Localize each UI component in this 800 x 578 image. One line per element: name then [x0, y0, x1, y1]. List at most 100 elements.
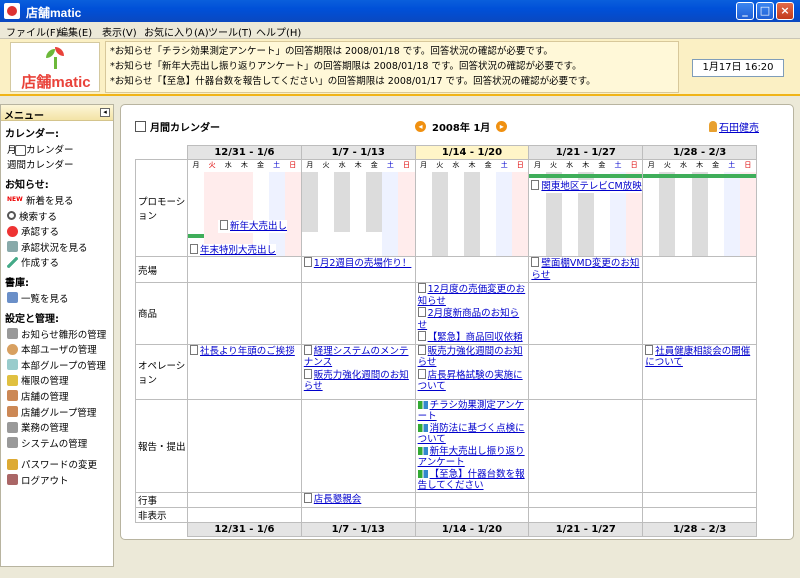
weekday: 日 — [516, 161, 524, 169]
document-icon — [417, 283, 426, 293]
sidebar-item-hq-users[interactable]: 本部ユーザの管理 — [1, 341, 113, 357]
document-icon — [417, 331, 426, 341]
event-link[interactable]: 新年大売出し — [218, 220, 288, 233]
notice-item[interactable]: *お知らせ「チラシ効果測定アンケート」の回答期限は 2008/01/18 です。… — [110, 44, 674, 59]
week-header[interactable]: 1/28 - 2/3 — [642, 145, 757, 160]
week-footer[interactable]: 1/14 - 1/20 — [414, 521, 530, 537]
menu-file[interactable]: ファイル(F) — [6, 24, 60, 39]
sidebar-item-approve[interactable]: 承認する — [1, 223, 113, 239]
sidebar-item-create[interactable]: 作成する — [1, 255, 113, 271]
event-title: 12月度の売価変更のお知らせ — [417, 284, 526, 307]
close-button[interactable]: × — [776, 2, 794, 20]
weekday: 火 — [663, 161, 671, 169]
week-footer[interactable]: 1/21 - 1/27 — [528, 521, 644, 537]
event-title: 1月2週目の売場作り！ — [313, 258, 412, 269]
notice-box: *お知らせ「チラシ効果測定アンケート」の回答期限は 2008/01/18 です。… — [105, 41, 679, 93]
next-month-button[interactable]: ▸ — [496, 121, 508, 132]
event-link[interactable]: 壁面棚VMD変更のお知らせ — [529, 257, 642, 281]
week-cell — [414, 256, 530, 283]
event-link[interactable]: 販売力強化週間のお知らせ — [416, 344, 529, 369]
calendar-grid: 12/31 - 1/6 1/7 - 1/13 1/14 - 1/20 1/21 … — [135, 145, 757, 537]
sidebar-collapse-button[interactable]: ◂ — [100, 108, 110, 117]
event-link[interactable]: 年末特別大売出し — [188, 244, 277, 256]
sidebar-item-system[interactable]: システムの管理 — [1, 435, 113, 451]
notice-item[interactable]: *お知らせ「【至急】什器台数を報告してください」の回答期限は 2008/01/1… — [110, 74, 674, 89]
menu-tools[interactable]: ツール(T) — [208, 24, 252, 39]
week-header-row: 12/31 - 1/6 1/7 - 1/13 1/14 - 1/20 1/21 … — [135, 145, 757, 160]
sidebar-item-hq-groups[interactable]: 本部グループの管理 — [1, 357, 113, 373]
event-title: 新年大売出し振り返りアンケート — [417, 445, 525, 469]
event-title: 店長懇親会 — [313, 493, 362, 505]
event-link[interactable]: 12月度の売価変更のお知らせ — [416, 283, 529, 307]
week-header[interactable]: 1/21 - 1/27 — [528, 145, 644, 160]
event-title: 関東地区テレビCM放映 — [541, 181, 642, 192]
event-link[interactable]: 【至急】什器台数を報告してください — [416, 469, 529, 492]
sidebar-item-store-groups[interactable]: 店舗グループ管理 — [1, 404, 113, 420]
document-icon — [303, 368, 312, 379]
sidebar-menu: メニュー ◂ カレンダー: 月間カレンダー 週間カレンダー お知らせ: NEW 新… — [0, 104, 114, 567]
event-title: 社員健康相談会の開催について — [645, 345, 751, 369]
event-title: 社長より年頭のご挨拶 — [200, 345, 295, 357]
event-title: 消防法に基づく点検について — [417, 422, 525, 446]
sidebar-item-label: 作成する — [21, 258, 60, 270]
event-link[interactable]: 2月度新商品のお知らせ — [416, 307, 529, 331]
door-icon — [7, 474, 18, 486]
week-cell — [528, 343, 644, 400]
sidebar-item-search[interactable]: 検索する — [1, 208, 113, 224]
week-footer-row: 12/31 - 1/6 1/7 - 1/13 1/14 - 1/20 1/21 … — [135, 521, 757, 537]
event-link[interactable]: 関東地区テレビCM放映 — [529, 180, 642, 193]
panel-title: 月間カレンダー — [135, 119, 220, 134]
sidebar-item-archive-list[interactable]: 一覧を見る — [1, 290, 113, 306]
weekday: 水 — [338, 161, 346, 169]
event-link[interactable]: 店長昇格試験の実施について — [416, 368, 529, 393]
system-icon — [7, 437, 18, 449]
weekday: 金 — [712, 161, 720, 169]
search-icon — [7, 211, 16, 221]
event-link[interactable]: 新年大売出し振り返りアンケート — [416, 446, 529, 469]
event-title: 経理システムのメンテナンス — [303, 345, 409, 369]
menu-help[interactable]: ヘルプ(H) — [256, 24, 301, 39]
event-link[interactable]: 社長より年頭のご挨拶 — [188, 344, 301, 358]
week-cell: 壁面棚VMD変更のお知らせ — [528, 256, 644, 283]
week-header-current[interactable]: 1/14 - 1/20 — [414, 145, 530, 160]
sidebar-item-work[interactable]: 業務の管理 — [1, 419, 113, 435]
event-link[interactable]: 社員健康相談会の開催について — [643, 344, 756, 369]
sidebar-item-new[interactable]: NEW 新着を見る — [1, 192, 113, 208]
sidebar-item-permissions[interactable]: 権限の管理 — [1, 373, 113, 389]
sidebar-item-stores[interactable]: 店舗の管理 — [1, 388, 113, 404]
group-icon — [7, 359, 18, 371]
menu-favorites[interactable]: お気に入り(A) — [144, 24, 209, 39]
logo[interactable]: 店舗matic — [10, 42, 100, 92]
prev-month-button[interactable]: ◂ — [415, 121, 426, 132]
week-cell: 社員健康相談会の開催について — [642, 343, 757, 400]
event-link[interactable]: 経理システムのメンテナンス — [302, 344, 415, 369]
event-link[interactable]: 店長懇親会 — [302, 492, 415, 506]
weekday: 土 — [728, 161, 736, 169]
menu-view[interactable]: 表示(V) — [102, 24, 137, 39]
notice-item[interactable]: *お知らせ「新年大売出し振り返りアンケート」の回答期限は 2008/01/18 … — [110, 59, 674, 74]
sidebar-item-password[interactable]: パスワードの変更 — [1, 457, 113, 473]
panel-title-text: 月間カレンダー — [150, 123, 220, 134]
week-footer[interactable]: 1/7 - 1/13 — [300, 521, 416, 537]
sidebar-item-approval-status[interactable]: 承認状況を見る — [1, 239, 113, 255]
week-footer[interactable]: 1/28 - 2/3 — [642, 521, 757, 537]
maximize-button[interactable]: □ — [756, 2, 774, 20]
event-link[interactable]: 【緊急】商品回収依頼 — [416, 331, 529, 344]
sidebar-item-logout[interactable]: ログアウト — [1, 472, 113, 488]
user-link[interactable]: 石田健売 — [709, 119, 759, 134]
event-link[interactable]: 販売力強化週間のお知らせ — [302, 368, 415, 393]
week-cell — [187, 398, 302, 493]
sidebar-item-template[interactable]: お知らせ雛形の管理 — [1, 326, 113, 342]
week-header[interactable]: 1/7 - 1/13 — [300, 145, 416, 160]
event-link[interactable]: チラシ効果測定アンケート — [416, 400, 529, 423]
minimize-button[interactable]: _ — [736, 2, 754, 20]
week-footer[interactable]: 12/31 - 1/6 — [187, 521, 302, 537]
event-link[interactable]: 消防法に基づく点検について — [416, 423, 529, 446]
week-cell — [300, 506, 416, 523]
menu-edit[interactable]: 編集(E) — [58, 24, 92, 39]
key-icon — [7, 374, 18, 386]
week-header[interactable]: 12/31 - 1/6 — [187, 145, 302, 160]
event-link[interactable]: 1月2週目の売場作り！ — [302, 257, 415, 270]
sidebar-item-weekly-calendar[interactable]: 週間カレンダー — [1, 145, 113, 173]
weekday: 月 — [306, 161, 314, 169]
